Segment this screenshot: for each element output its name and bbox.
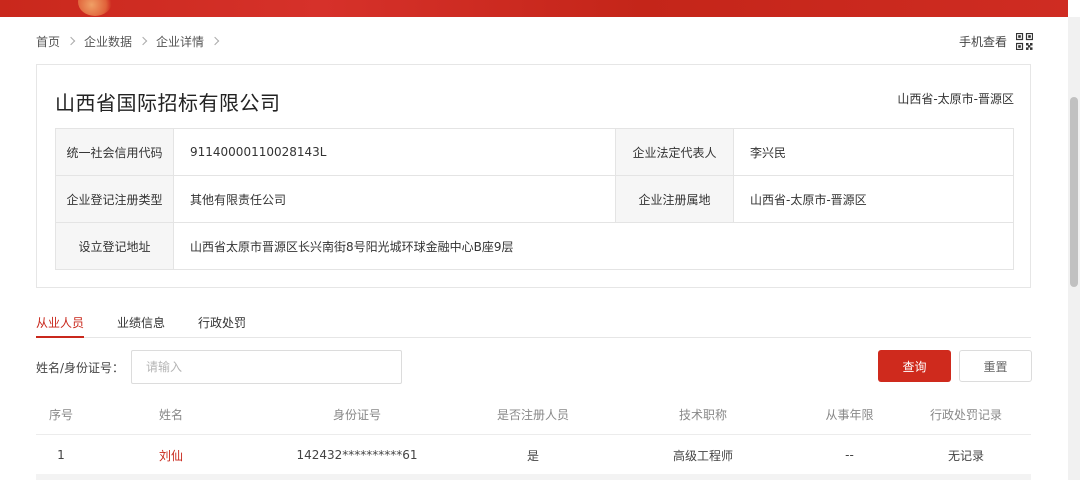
banner-decoration xyxy=(78,0,112,16)
legal-rep-value: 李兴民 xyxy=(733,128,1014,176)
info-row: 统一社会信用代码 91140000110028143L 企业法定代表人 李兴民 xyxy=(55,128,1014,176)
row-penalty-record: 无记录 xyxy=(901,434,1031,477)
tab-practitioners[interactable]: 从业人员 xyxy=(36,314,85,338)
company-info-card: 山西省国际招标有限公司 山西省-太原市-晋源区 统一社会信用代码 9114000… xyxy=(36,64,1031,288)
company-name: 山西省国际招标有限公司 xyxy=(55,91,281,115)
table-header-row: 序号 姓名 身份证号 是否注册人员 技术职称 从事年限 行政处罚记录 xyxy=(36,396,1031,435)
row-name-cell: 刘仙 xyxy=(86,434,256,477)
top-banner xyxy=(0,0,1068,17)
table-row: 1 刘仙 142432**********61 是 高级工程师 -- 无记录 xyxy=(36,434,1031,477)
breadcrumb: 首页 企业数据 企业详情 xyxy=(36,33,228,49)
company-region: 山西省-太原市-晋源区 xyxy=(897,92,1014,106)
next-row-edge xyxy=(36,474,1031,480)
breadcrumb-enterprise-data[interactable]: 企业数据 xyxy=(84,33,132,50)
address-label: 设立登记地址 xyxy=(55,222,174,270)
breadcrumb-enterprise-detail: 企业详情 xyxy=(156,34,205,49)
scrollbar-track[interactable] xyxy=(1068,17,1080,480)
column-header: 从事年限 xyxy=(798,396,901,435)
info-row: 企业登记注册类型 其他有限责任公司 企业注册属地 山西省-太原市-晋源区 xyxy=(55,175,1014,223)
tab-penalties[interactable]: 行政处罚 xyxy=(198,314,246,338)
info-row: 设立登记地址 山西省太原市晋源区长兴南街8号阳光城环球金融中心B座9层 xyxy=(55,222,1014,270)
scrollbar-thumb[interactable] xyxy=(1070,97,1078,287)
column-header: 姓名 xyxy=(86,396,256,435)
search-input[interactable] xyxy=(131,350,402,384)
chevron-right-icon xyxy=(138,36,148,46)
reg-place-label: 企业注册属地 xyxy=(615,175,734,223)
qr-code-icon xyxy=(1016,33,1034,50)
breadcrumb-home[interactable]: 首页 xyxy=(36,33,60,50)
column-header: 序号 xyxy=(36,396,86,435)
row-registered: 是 xyxy=(458,434,608,477)
practitioner-table: 序号 姓名 身份证号 是否注册人员 技术职称 从事年限 行政处罚记录 1 刘仙 … xyxy=(36,396,1031,477)
row-title: 高级工程师 xyxy=(608,434,798,477)
row-index: 1 xyxy=(36,434,86,477)
row-id-number: 142432**********61 xyxy=(256,434,458,477)
reg-place-value: 山西省-太原市-晋源区 xyxy=(733,175,1014,223)
reset-button[interactable]: 重置 xyxy=(959,350,1032,382)
chevron-right-icon xyxy=(210,36,220,46)
person-name-link[interactable]: 刘仙 xyxy=(159,449,183,463)
column-header: 技术职称 xyxy=(608,396,798,435)
address-value: 山西省太原市晋源区长兴南街8号阳光城环球金融中心B座9层 xyxy=(173,222,1014,270)
column-header: 是否注册人员 xyxy=(458,396,608,435)
query-button[interactable]: 查询 xyxy=(878,350,951,382)
tab-bar: 从业人员 业绩信息 行政处罚 xyxy=(36,310,1031,338)
reg-type-value: 其他有限责任公司 xyxy=(173,175,616,223)
row-years: -- xyxy=(798,434,901,477)
mobile-view-button[interactable]: 手机查看 xyxy=(959,33,1034,50)
search-label: 姓名/身份证号： xyxy=(36,361,125,375)
reg-type-label: 企业登记注册类型 xyxy=(55,175,174,223)
mobile-view-label: 手机查看 xyxy=(959,35,1008,49)
column-header: 行政处罚记录 xyxy=(901,396,1031,435)
credit-code-label: 统一社会信用代码 xyxy=(55,128,174,176)
tab-performance[interactable]: 业绩信息 xyxy=(117,314,165,338)
legal-rep-label: 企业法定代表人 xyxy=(615,128,734,176)
company-info-table: 统一社会信用代码 91140000110028143L 企业法定代表人 李兴民 … xyxy=(55,128,1014,270)
credit-code-value: 91140000110028143L xyxy=(173,128,616,176)
column-header: 身份证号 xyxy=(256,396,458,435)
chevron-right-icon xyxy=(66,36,76,46)
